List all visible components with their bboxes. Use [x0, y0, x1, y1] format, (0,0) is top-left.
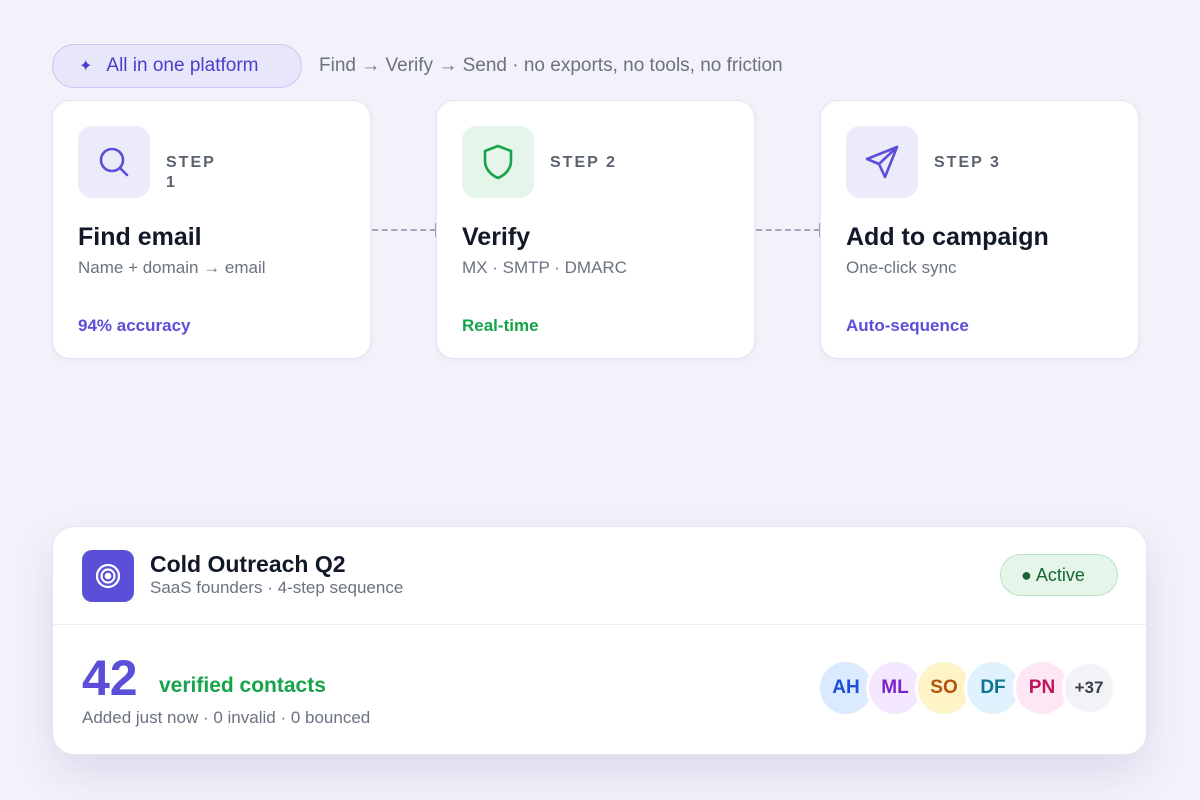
step-label: STEP 2: [550, 154, 617, 171]
step-title: Find email: [78, 223, 202, 251]
top-bar: ✦ All in one platform Find → Verify → Se…: [52, 44, 783, 88]
step-label: STEP 3: [934, 154, 1001, 171]
search-icon: [99, 147, 129, 177]
step-metric: Real-time: [462, 316, 539, 335]
divider: [53, 624, 1146, 625]
step-connector: [372, 223, 437, 237]
campaign-card[interactable]: Cold Outreach Q2 SaaS founders · 4-step …: [52, 526, 1147, 755]
step-card-verify[interactable]: STEP 2 Verify MX · SMTP · DMARC Real-tim…: [436, 100, 755, 359]
more-avatars-count[interactable]: +37: [1062, 661, 1116, 715]
tagline: Find → Verify → Send · no exports, no to…: [319, 55, 783, 76]
campaign-meta: Added just now · 0 invalid · 0 bounced: [82, 708, 371, 727]
step-label: STEP 1: [166, 154, 216, 191]
step-card-add-to-campaign[interactable]: STEP 3 Add to campaign One-click sync Au…: [820, 100, 1139, 359]
step-title: Add to campaign: [846, 223, 1049, 251]
platform-pill-label: All in one platform: [106, 55, 259, 76]
shield-icon-box: [462, 126, 534, 198]
status-badge: ● Active: [1000, 554, 1118, 596]
campaign-name: Cold Outreach Q2: [150, 551, 346, 577]
sparkle-icon: ✦: [79, 58, 93, 75]
contact-count-label: verified contacts: [159, 674, 326, 697]
step-metric: 94% accuracy: [78, 316, 191, 335]
step-description: Name + domain → email: [78, 258, 266, 277]
contact-count: 42: [82, 650, 138, 706]
search-icon-box: [78, 126, 150, 198]
step-description: MX · SMTP · DMARC: [462, 258, 627, 277]
step-connector: [756, 223, 821, 237]
shield-icon: [483, 144, 513, 180]
platform-pill[interactable]: ✦ All in one platform: [52, 44, 302, 88]
step-card-find-email[interactable]: STEP 1 Find email Name + domain → email …: [52, 100, 371, 359]
target-icon: [82, 550, 134, 602]
step-title: Verify: [462, 223, 531, 251]
campaign-subtitle: SaaS founders · 4-step sequence: [150, 578, 404, 597]
send-icon: [865, 145, 899, 179]
send-icon-box: [846, 126, 918, 198]
step-description: One-click sync: [846, 258, 957, 277]
step-metric: Auto-sequence: [846, 316, 969, 335]
